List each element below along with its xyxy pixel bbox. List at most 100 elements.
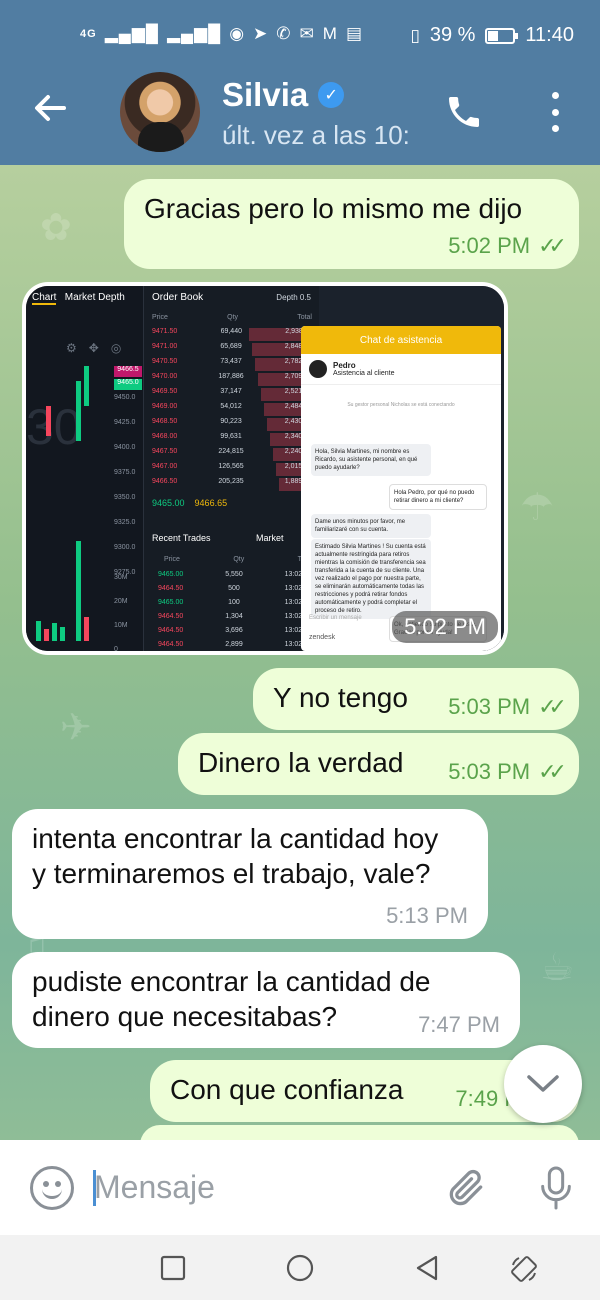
message-input[interactable] xyxy=(94,1162,424,1212)
ask-price: 9468.50 xyxy=(152,418,178,425)
contact-name-row[interactable]: Silvia ✓ xyxy=(222,76,345,114)
home-icon[interactable] xyxy=(285,1253,315,1283)
trade-price: 9464.50 xyxy=(158,585,184,592)
price-axis-label: 9325.0 xyxy=(114,519,136,526)
volume-axis-label: 0 xyxy=(114,646,118,651)
trading-screenshot[interactable]: Chart Market Depth ⚙✥◎ 30 9466.5 9465.0 … xyxy=(26,286,504,651)
price-axis-label: 9350.0 xyxy=(114,494,136,501)
message-time: 7:47 PM xyxy=(418,1012,500,1037)
system-nav-bar xyxy=(0,1235,600,1300)
recent-apps-icon[interactable] xyxy=(158,1253,188,1283)
support-input: Escribir un mensaje xyxy=(309,615,362,621)
watermark: 30 xyxy=(26,399,82,455)
trade-qty: 1,304 xyxy=(225,613,243,620)
price-tag: 9465.0 xyxy=(114,379,142,390)
trade-row: 9465.00 100 13:02:4 xyxy=(158,599,308,612)
agent-role: Asistencia al cliente xyxy=(333,370,395,377)
message-icon: ▤ xyxy=(345,24,364,43)
back-arrow-icon[interactable] xyxy=(30,88,74,132)
trade-price: 9464.50 xyxy=(158,641,184,648)
chart-tabs: Chart Market Depth xyxy=(32,292,125,305)
contact-name: Silvia xyxy=(222,76,309,113)
volume-bar xyxy=(76,541,81,641)
signal-icon: ▂▄▆█ xyxy=(166,24,222,43)
image-message[interactable]: Chart Market Depth ⚙✥◎ 30 9466.5 9465.0 … xyxy=(22,282,508,655)
support-message-agent: Estimado Silvia Martines ! Su cuenta est… xyxy=(311,539,431,619)
message-time: 5:02 PM xyxy=(448,233,531,258)
trade-row: 9464.50 1,304 13:02:4 xyxy=(158,613,308,626)
message-bubble-outgoing[interactable]: Dinero la verdad 5:03 PM ✓✓ xyxy=(178,733,579,795)
last-price: 9465.00 xyxy=(152,498,185,508)
message-bubble-outgoing[interactable]: Gracias pero lo mismo me dijo 5:02 PM ✓✓ xyxy=(124,179,579,269)
ask-price: 9468.00 xyxy=(152,433,178,440)
emoji-icon[interactable] xyxy=(30,1166,74,1210)
rotate-icon[interactable] xyxy=(508,1253,538,1283)
message-bubble-incoming[interactable]: pudiste encontrar la cantidad de dinero … xyxy=(12,952,520,1048)
ask-price: 9466.50 xyxy=(152,478,178,485)
order-book-panel: Order Book Depth 0.5 Price Qty Total 947… xyxy=(144,286,319,651)
network-type: 4G xyxy=(80,28,97,40)
order-book-row: 9466.50 205,235 1,889,27 xyxy=(152,478,312,491)
ask-qty: 187,886 xyxy=(218,373,244,380)
price-axis-label: 9425.0 xyxy=(114,419,136,426)
market-tab: Market xyxy=(256,533,284,543)
tab-market-depth: Market Depth xyxy=(64,292,125,303)
back-icon[interactable] xyxy=(412,1253,442,1283)
ask-price: 9470.00 xyxy=(152,373,178,380)
col-qty: Qty xyxy=(227,314,239,321)
message-bubble-outgoing[interactable] xyxy=(140,1125,579,1140)
microphone-icon[interactable] xyxy=(536,1164,576,1212)
volume-bar xyxy=(44,629,49,641)
background-doodle: ✿ xyxy=(40,207,72,249)
volume-bar xyxy=(84,617,89,641)
ask-price: 9471.00 xyxy=(152,343,178,350)
candle xyxy=(84,366,89,406)
message-meta: 5:02 PM ✓✓ xyxy=(448,233,567,259)
message-text: Gracias pero lo mismo me dijo xyxy=(144,193,523,224)
order-book-row: 9468.00 99,631 2,340,28 xyxy=(152,433,312,446)
more-vertical-icon[interactable] xyxy=(545,92,565,132)
order-book-row: 9470.50 73,437 2,782,98 xyxy=(152,358,312,371)
read-ticks-icon: ✓✓ xyxy=(538,759,567,784)
ask-qty: 54,012 xyxy=(220,403,242,410)
ask-qty: 99,631 xyxy=(220,433,242,440)
ask-price: 9469.50 xyxy=(152,388,178,395)
agent-info: Pedro Asistencia al cliente xyxy=(333,361,394,377)
order-book-row: 9471.00 65,689 2,848,67 xyxy=(152,343,312,356)
message-meta: 5:03 PM ✓✓ xyxy=(448,759,567,785)
order-book-row: 9471.50 69,440 2,938,11 xyxy=(152,328,312,341)
message-bubble-outgoing[interactable]: Y no tengo 5:03 PM ✓✓ xyxy=(253,668,579,730)
message-meta: 5:13 PM xyxy=(386,903,468,929)
battery-percent: 39 % xyxy=(429,24,476,46)
chart-tools-icons: ⚙✥◎ xyxy=(66,341,134,355)
support-message-agent: Hola, Silvia Martines, mi nombre es Rica… xyxy=(311,444,431,476)
price-tag: 9466.5 xyxy=(114,366,142,377)
image-time: 5:02 PM xyxy=(392,611,498,643)
col-price: Price xyxy=(152,314,168,321)
candle xyxy=(76,381,81,441)
order-book-row: 9470.00 187,886 2,709,55 xyxy=(152,373,312,386)
avatar[interactable] xyxy=(120,72,200,152)
volume-axis-label: 10M xyxy=(114,622,128,629)
order-book-row: 9467.00 126,565 2,015,83 xyxy=(152,463,312,476)
phone-icon[interactable] xyxy=(444,92,484,132)
message-time: 5:03 PM xyxy=(448,694,531,719)
message-bubble-incoming[interactable]: intenta encontrar la cantidad hoy y term… xyxy=(12,809,488,939)
paperclip-icon[interactable] xyxy=(444,1164,488,1212)
ask-qty: 69,440 xyxy=(220,328,242,335)
read-ticks-icon: ✓✓ xyxy=(538,694,567,719)
telegram-icon: ➤ xyxy=(253,24,269,43)
chat-area[interactable]: ✿ ☂ ✈ ☆ ♫ ☕ Gracias pero lo mismo me dij… xyxy=(0,165,600,1140)
ask-price: 9467.00 xyxy=(152,463,178,470)
battery-icon xyxy=(485,27,519,44)
ask-qty: 126,565 xyxy=(218,463,244,470)
support-message-agent: Dame unos minutos por favor, me familiar… xyxy=(311,514,431,538)
scroll-down-button[interactable] xyxy=(504,1045,582,1123)
col-price: Price xyxy=(164,556,180,563)
price-axis-label: 9450.0 xyxy=(114,394,136,401)
mail-icon: ✉ xyxy=(299,24,315,43)
trade-price: 9465.00 xyxy=(158,599,184,606)
volume-axis-label: 30M xyxy=(114,574,128,581)
trades-header: Price Qty Tim xyxy=(164,556,309,563)
zendesk-logo: zendesk xyxy=(309,634,336,641)
